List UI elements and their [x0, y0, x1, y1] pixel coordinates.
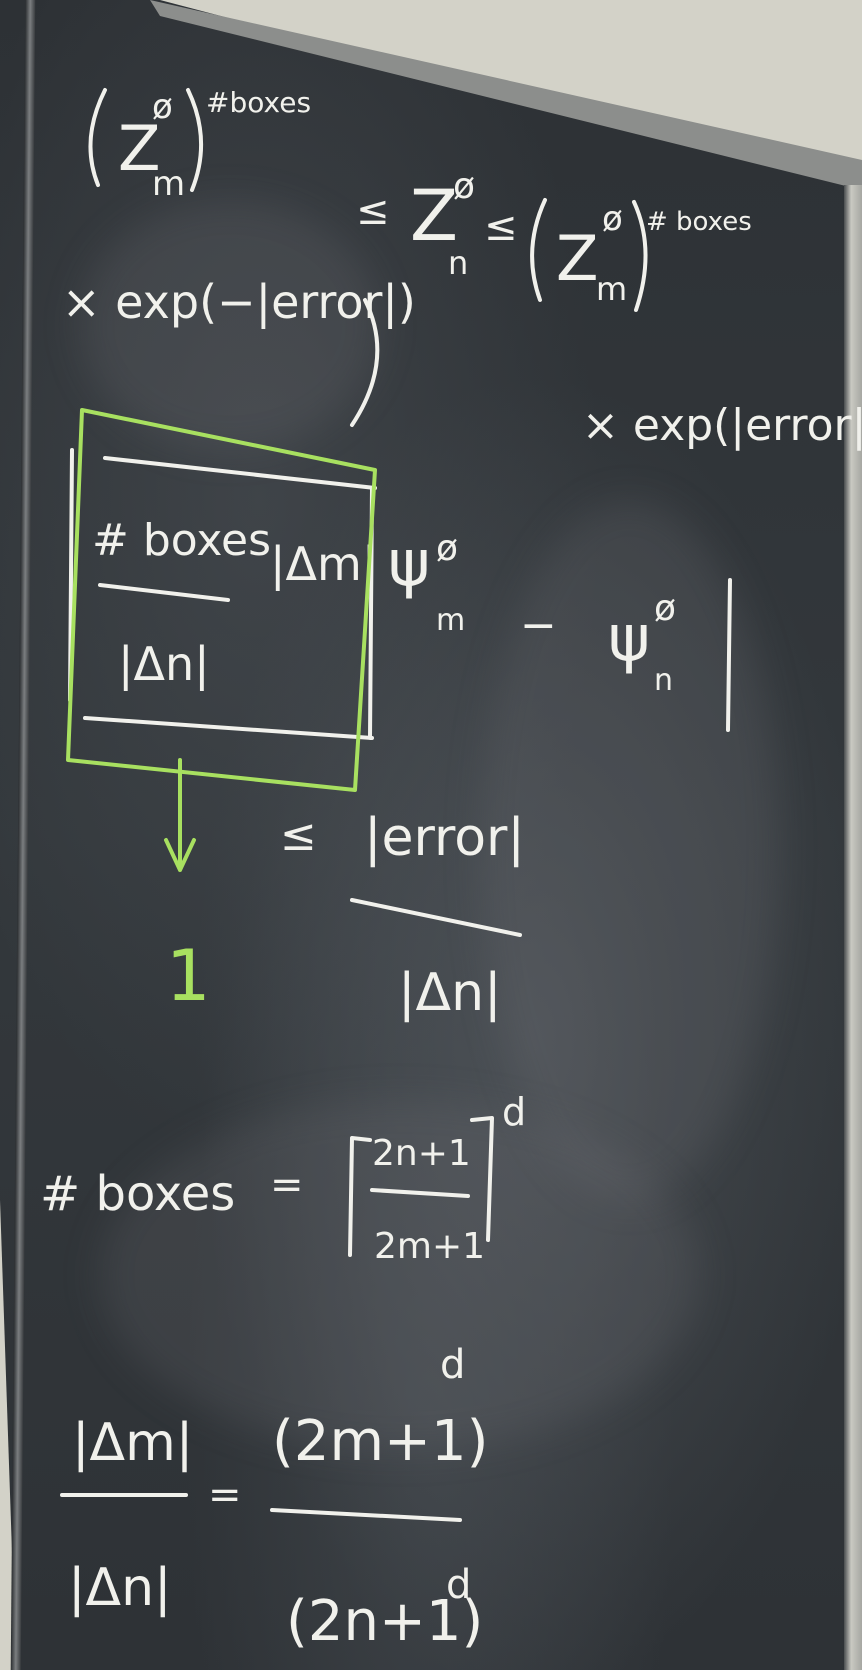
- psi-m-sub: m: [436, 603, 465, 638]
- delta-m: |Δm|: [270, 537, 377, 592]
- psi-m-super: ø: [436, 528, 458, 569]
- chalk-writing: Z ø m #boxes ≤ Z ø n ≤ Z ø m # boxes × e…: [40, 86, 862, 1654]
- minus-sign: −: [520, 600, 557, 651]
- rhs-fraction-bar: [270, 1508, 462, 1522]
- equation-1: Z ø m #boxes ≤ Z ø n ≤ Z ø m # boxes × e…: [62, 86, 862, 451]
- ceil-fraction-bar: [370, 1188, 470, 1198]
- psi-m-base: ψ: [388, 527, 430, 601]
- error-denominator: |Δn|: [398, 963, 502, 1023]
- lhs-exponent: #boxes: [206, 86, 311, 119]
- equation-4: |Δm| |Δn| = (2m+1) d (2n+1) d: [60, 1342, 488, 1654]
- lhs-numerator: |Δm|: [72, 1413, 193, 1473]
- left-paren: [88, 88, 107, 187]
- ceil-exponent: d: [502, 1090, 526, 1134]
- fraction-denominator: |Δn|: [118, 637, 210, 692]
- leq-symbol-1: ≤: [356, 188, 390, 234]
- rhs-numerator: (2m+1): [272, 1409, 488, 1474]
- ceil-numerator: 2n+1: [372, 1133, 471, 1174]
- ceil-left: [348, 1136, 372, 1257]
- left-paren: [530, 198, 547, 302]
- chalkboard-photo: Z ø m #boxes ≤ Z ø n ≤ Z ø m # boxes × e…: [0, 0, 862, 1670]
- lhs-denominator: |Δn|: [68, 1558, 172, 1618]
- leq-symbol-2: ≤: [484, 204, 518, 250]
- lhs-super: ø: [152, 87, 173, 127]
- rhs-super: ø: [602, 199, 623, 239]
- boxes-lhs: # boxes: [40, 1166, 235, 1222]
- error-numerator: |error|: [364, 808, 525, 868]
- ceil-denominator: 2m+1: [374, 1226, 485, 1267]
- green-result: 1: [166, 935, 211, 1017]
- white-bracket-box: [83, 456, 377, 740]
- psi-n-sub: n: [654, 663, 673, 698]
- rhs-sub: m: [596, 270, 627, 308]
- rhs-denominator-exponent: d: [446, 1562, 471, 1608]
- rhs-factor: × exp(|error|): [582, 400, 862, 451]
- fraction-numerator: # boxes: [92, 515, 271, 566]
- equation-3: # boxes = 2n+1 2m+1 d: [40, 1090, 526, 1267]
- green-arrow-icon: [164, 758, 196, 872]
- lhs-sub: m: [152, 164, 185, 204]
- right-paren: [186, 88, 204, 192]
- psi-n-super: ø: [654, 588, 676, 629]
- lhs-factor: × exp(−|error|): [62, 275, 416, 330]
- rhs-base: Z: [556, 222, 598, 295]
- leq-symbol: ≤: [280, 810, 317, 861]
- equation-2: # boxes |Δn| |Δm| ψ ø m − ψ ø n 1 ≤ |err…: [66, 408, 732, 1023]
- equals-sign: =: [208, 1472, 242, 1518]
- abs-bar-right: [726, 578, 732, 732]
- middle-sub: n: [448, 244, 468, 282]
- right-paren: [632, 200, 648, 312]
- middle-super: ø: [453, 166, 475, 207]
- error-fraction-bar: [350, 898, 522, 937]
- rhs-exponent: # boxes: [646, 207, 752, 237]
- rhs-numerator-exponent: d: [440, 1342, 465, 1388]
- equals-sign: =: [270, 1162, 304, 1208]
- fraction-bar: [98, 583, 230, 602]
- psi-n-base: ψ: [608, 602, 650, 676]
- ceil-right: [470, 1116, 494, 1242]
